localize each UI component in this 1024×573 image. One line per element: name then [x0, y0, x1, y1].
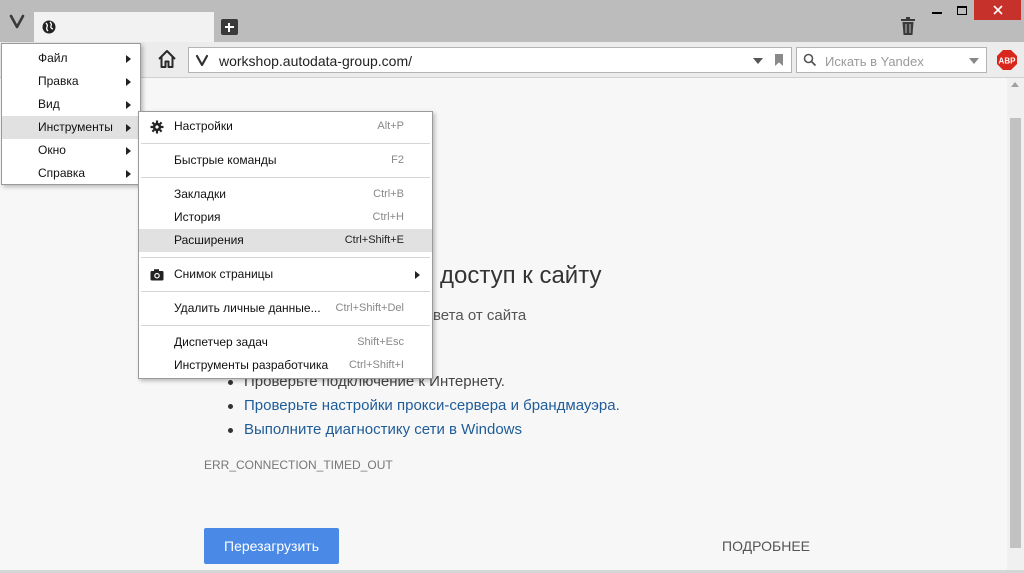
menu-item-developer-tools[interactable]: Инструменты разработчика Ctrl+Shift+I: [139, 354, 432, 377]
maximize-icon: [956, 5, 967, 15]
search-field[interactable]: Искать в Yandex: [796, 47, 987, 73]
menu-item-label: Снимок страницы: [174, 267, 274, 281]
menu-item-clear-private-data[interactable]: Удалить личные данные... Ctrl+Shift+Del: [139, 297, 432, 320]
minimize-button[interactable]: [924, 0, 949, 20]
menu-separator: [139, 320, 432, 331]
vertical-scrollbar[interactable]: [1007, 78, 1024, 573]
home-icon[interactable]: [157, 49, 177, 69]
shortcut-label: Ctrl+Shift+I: [348, 359, 404, 371]
menu-item-label: Расширения: [174, 233, 244, 247]
scroll-up-arrow-icon[interactable]: [1011, 82, 1019, 87]
submenu-arrow-icon: [126, 147, 131, 155]
menu-item-window[interactable]: Окно: [2, 139, 140, 162]
menu-item-label: Файл: [38, 51, 68, 65]
submenu-arrow-icon: [415, 271, 420, 279]
menu-item-quick-commands[interactable]: Быстрые команды F2: [139, 149, 432, 172]
menu-item-task-manager[interactable]: Диспетчер задач Shift+Esc: [139, 331, 432, 354]
maximize-button[interactable]: [949, 0, 974, 20]
menu-separator: [139, 286, 432, 297]
menu-item-file[interactable]: Файл: [2, 47, 140, 70]
menu-separator: [139, 172, 432, 183]
browser-window: workshop.autodata-group.com/ Искать в Ya…: [0, 0, 1024, 573]
menu-item-label: Инструменты разработчика: [174, 358, 329, 372]
error-subtext: вета от сайта: [433, 307, 527, 324]
submenu-arrow-icon: [126, 170, 131, 178]
suggestion-network-diagnostics-link[interactable]: Выполните диагностику сети в Windows: [228, 418, 620, 442]
menu-item-history[interactable]: История Ctrl+H: [139, 206, 432, 229]
address-url[interactable]: workshop.autodata-group.com/: [219, 53, 412, 69]
bookmark-icon[interactable]: [775, 54, 783, 66]
reload-button[interactable]: Перезагрузить: [204, 528, 339, 564]
close-icon: [992, 5, 1003, 15]
shortcut-label: F2: [391, 154, 404, 166]
menu-item-label: Закладки: [174, 187, 226, 201]
search-placeholder: Искать в Yandex: [825, 54, 924, 69]
search-engine-dropdown-icon[interactable]: [969, 58, 979, 64]
menu-item-edit[interactable]: Правка: [2, 70, 140, 93]
submenu-arrow-icon: [126, 78, 131, 86]
address-bar[interactable]: workshop.autodata-group.com/: [188, 47, 792, 73]
navigation-toolbar: workshop.autodata-group.com/ Искать в Ya…: [0, 42, 1024, 78]
address-history-dropdown-icon[interactable]: [753, 58, 763, 64]
vivaldi-menu-button[interactable]: [0, 0, 34, 42]
menu-item-label: Настройки: [174, 119, 233, 133]
tab-strip: [0, 0, 1024, 42]
menu-item-label: Правка: [38, 74, 79, 88]
details-link[interactable]: ПОДРОБНЕЕ: [722, 538, 810, 554]
search-icon: [803, 53, 817, 67]
suggestions-list: Проверьте подключение к Интернету. Прове…: [228, 370, 620, 442]
menu-item-label: Справка: [38, 166, 86, 180]
scrollbar-thumb[interactable]: [1010, 118, 1021, 548]
menu-item-extensions[interactable]: Расширения Ctrl+Shift+E: [139, 229, 432, 252]
camera-icon: [150, 269, 164, 281]
menu-item-tools[interactable]: Инструменты: [2, 116, 140, 139]
tools-submenu: Настройки Alt+P Быстрые команды F2 Закла…: [138, 111, 433, 379]
submenu-arrow-icon: [126, 101, 131, 109]
minimize-icon: [931, 12, 942, 14]
menu-item-settings[interactable]: Настройки Alt+P: [139, 115, 432, 138]
submenu-arrow-icon: [126, 124, 131, 132]
error-headline: доступ к сайту: [440, 262, 602, 289]
menu-item-label: Вид: [38, 97, 60, 111]
shortcut-label: Shift+Esc: [357, 336, 404, 348]
error-code: ERR_CONNECTION_TIMED_OUT: [204, 458, 393, 472]
menu-separator: [139, 138, 432, 149]
shortcut-label: Alt+P: [377, 120, 404, 132]
vivaldi-logo-icon: [9, 14, 25, 29]
menu-item-label: Инструменты: [38, 120, 113, 134]
close-button[interactable]: [974, 0, 1021, 20]
menu-item-label: История: [174, 210, 221, 224]
adblock-plus-icon[interactable]: ABP: [997, 50, 1017, 70]
globe-icon: [42, 20, 56, 34]
site-identity-icon[interactable]: [195, 53, 209, 67]
shortcut-label: Ctrl+B: [373, 188, 404, 200]
menu-item-bookmarks[interactable]: Закладки Ctrl+B: [139, 183, 432, 206]
menu-item-page-snapshot[interactable]: Снимок страницы: [139, 263, 432, 286]
menu-item-help[interactable]: Справка: [2, 162, 140, 185]
main-menu: Файл Правка Вид Инструменты Окно Справка: [1, 43, 141, 185]
new-tab-button[interactable]: [221, 19, 238, 35]
shortcut-label: Ctrl+Shift+E: [344, 234, 404, 246]
menu-item-label: Быстрые команды: [174, 153, 277, 167]
adblock-plus-label: ABP: [999, 57, 1017, 66]
menu-separator: [139, 252, 432, 263]
gear-icon: [150, 120, 164, 134]
menu-item-label: Удалить личные данные...: [174, 301, 321, 315]
tab-active[interactable]: [34, 12, 214, 42]
menu-item-label: Диспетчер задач: [174, 335, 268, 349]
shortcut-label: Ctrl+H: [372, 211, 404, 223]
submenu-arrow-icon: [126, 55, 131, 63]
menu-item-view[interactable]: Вид: [2, 93, 140, 116]
trash-icon[interactable]: [900, 17, 916, 35]
suggestion-proxy-firewall-link[interactable]: Проверьте настройки прокси-сервера и бра…: [228, 394, 620, 418]
shortcut-label: Ctrl+Shift+Del: [335, 302, 404, 314]
menu-item-label: Окно: [38, 143, 66, 157]
